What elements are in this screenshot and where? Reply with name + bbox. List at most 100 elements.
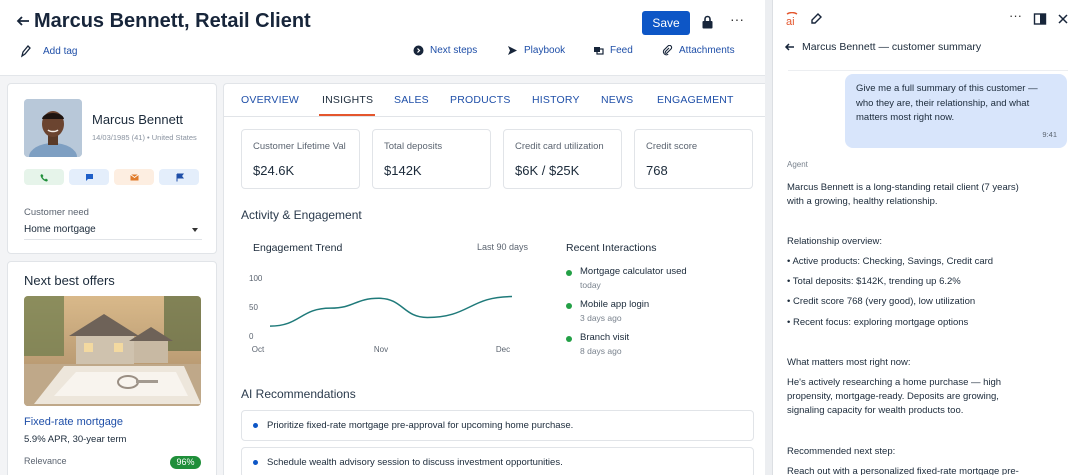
call-button[interactable]	[24, 169, 64, 185]
chevron-down-icon	[192, 227, 198, 232]
recommendation-text: Prioritize fixed-rate mortgage pre-appro…	[267, 420, 574, 431]
offers-title: Next best offers	[24, 273, 115, 288]
next-steps-icon	[413, 45, 424, 56]
close-icon[interactable]	[1056, 12, 1070, 26]
back-arrow-icon[interactable]	[784, 41, 796, 53]
y-tick-label: 50	[249, 303, 258, 312]
user-message-text: Give me a full summary of this customer …	[856, 83, 1038, 123]
trend-range: Last 90 days	[477, 242, 529, 252]
recommendation-item[interactable]: Prioritize fixed-rate mortgage pre-appro…	[241, 410, 754, 441]
interaction-time: today	[580, 280, 601, 290]
series-line	[269, 295, 513, 327]
tab-insights[interactable]: INSIGHTS	[322, 94, 373, 106]
metric-card: Total deposits $142K	[372, 129, 491, 189]
panel-resize-handle[interactable]	[765, 0, 772, 475]
metric-label: Credit card utilization	[515, 141, 604, 152]
playbook-label: Playbook	[524, 45, 566, 56]
recent-interactions-title: Recent Interactions	[566, 242, 657, 254]
metric-value: $142K	[384, 163, 422, 178]
more-options-icon[interactable]: ···	[730, 12, 744, 28]
metric-label: Customer Lifetime Val	[253, 141, 346, 152]
x-tick-label: Nov	[374, 345, 388, 354]
x-tick-label: Oct	[252, 345, 265, 354]
tab-products[interactable]: PRODUCTS	[450, 94, 511, 106]
flag-icon	[176, 173, 184, 181]
agent-text-line: Marcus Bennett is a long-standing retail…	[787, 182, 1019, 193]
insights-card: OVERVIEW INSIGHTS SALES PRODUCTS HISTORY…	[223, 83, 766, 475]
tab-news[interactable]: NEWS	[601, 94, 633, 106]
feed-button[interactable]: Feed	[593, 45, 633, 56]
agent-text-line: with a growing, healthy relationship.	[787, 196, 938, 207]
tab-bar: OVERVIEW INSIGHTS SALES PRODUCTS HISTORY…	[224, 84, 766, 117]
svg-text:ai: ai	[786, 16, 795, 26]
flag-button[interactable]	[159, 169, 199, 185]
customer-need-select[interactable]: Home mortgage	[24, 220, 202, 240]
attachments-button[interactable]: Attachments	[662, 45, 735, 56]
agent-text-line: • Active products: Checking, Savings, Cr…	[787, 256, 994, 267]
agent-text-line: Reach out with a personalized fixed-rate…	[787, 466, 1019, 475]
message-timestamp: 9:41	[1042, 130, 1057, 139]
customer-need-label: Customer need	[24, 207, 89, 218]
pen-icon	[20, 45, 31, 58]
add-tag-button[interactable]: Add tag	[20, 44, 77, 58]
bullet-icon	[253, 460, 258, 465]
user-message-bubble: Give me a full summary of this customer …	[845, 74, 1067, 148]
y-tick-label: 0	[249, 332, 254, 341]
dock-panel-icon[interactable]	[1033, 12, 1047, 26]
metric-card: Credit card utilization $6K / $25K	[503, 129, 622, 189]
metric-label: Total deposits	[384, 141, 443, 152]
next-steps-button[interactable]: Next steps	[413, 45, 477, 56]
interaction-title: Mobile app login	[580, 299, 650, 310]
email-button[interactable]	[114, 169, 154, 185]
agent-text-line: Relationship overview:	[787, 236, 883, 247]
save-button[interactable]: Save	[642, 11, 690, 35]
bullet-icon	[253, 423, 258, 428]
tab-overview[interactable]: OVERVIEW	[241, 94, 299, 106]
main-area: Marcus Bennett, Retail Client Save ··· A…	[0, 0, 766, 475]
customer-need-value: Home mortgage	[24, 224, 96, 235]
y-tick-label: 100	[249, 274, 263, 283]
offer-image	[24, 296, 201, 406]
client-meta: 14/03/1985 (41) • United States	[92, 133, 197, 142]
more-options-icon[interactable]: ···	[1009, 9, 1023, 26]
recommendation-text: Schedule wealth advisory session to disc…	[267, 457, 563, 468]
x-tick-label: Dec	[496, 345, 510, 354]
interaction-time: 8 days ago	[580, 346, 622, 356]
recommendation-item[interactable]: Schedule wealth advisory session to disc…	[241, 447, 754, 475]
agent-text-line: What matters most right now:	[787, 357, 911, 368]
offer-terms: 5.9% APR, 30-year term	[24, 434, 127, 445]
chat-button[interactable]	[69, 169, 109, 185]
trend-title: Engagement Trend	[253, 242, 343, 254]
agent-text-line: • Total deposits: $142K, trending up 6.2…	[787, 276, 961, 287]
interaction-title: Branch visit	[580, 332, 630, 343]
add-tag-label: Add tag	[43, 45, 78, 57]
offer-name-link[interactable]: Fixed-rate mortgage	[24, 416, 123, 428]
lock-icon[interactable]	[701, 15, 714, 29]
activity-section-title: Activity & Engagement	[241, 208, 362, 222]
agent-text-line: propensity, mortgage-ready. Deposits are…	[787, 391, 999, 402]
page-title: Marcus Bennett, Retail Client	[34, 10, 311, 32]
relevance-badge: 96%	[170, 456, 201, 469]
tab-engagement[interactable]: ENGAGEMENT	[657, 94, 734, 106]
metric-value: $6K / $25K	[515, 163, 580, 178]
divider	[788, 70, 1068, 71]
ai-logo-icon: ai	[786, 12, 798, 26]
metric-value: 768	[646, 163, 668, 178]
tab-history[interactable]: HISTORY	[532, 94, 580, 106]
profile-card: Marcus Bennett 14/03/1985 (41) • United …	[7, 83, 217, 254]
agent-label: Agent	[787, 160, 808, 169]
relevance-label: Relevance	[24, 456, 67, 466]
ai-recommendations-title: AI Recommendations	[241, 387, 356, 401]
status-dot	[566, 303, 572, 309]
agent-text-line: • Credit score 768 (very good), low util…	[787, 296, 976, 307]
status-dot	[566, 270, 572, 276]
phone-icon	[40, 173, 48, 181]
agent-text-line: Recommended next step:	[787, 446, 896, 457]
playbook-button[interactable]: Playbook	[507, 45, 565, 56]
tab-sales[interactable]: SALES	[394, 94, 429, 106]
agent-text-line: signaling capacity for wealth products t…	[787, 405, 964, 416]
edit-icon[interactable]	[809, 12, 823, 26]
engagement-trend-chart: 100 50 0 Oct Nov Dec	[249, 274, 513, 354]
feed-icon	[594, 47, 604, 55]
back-arrow-icon[interactable]	[14, 12, 32, 30]
